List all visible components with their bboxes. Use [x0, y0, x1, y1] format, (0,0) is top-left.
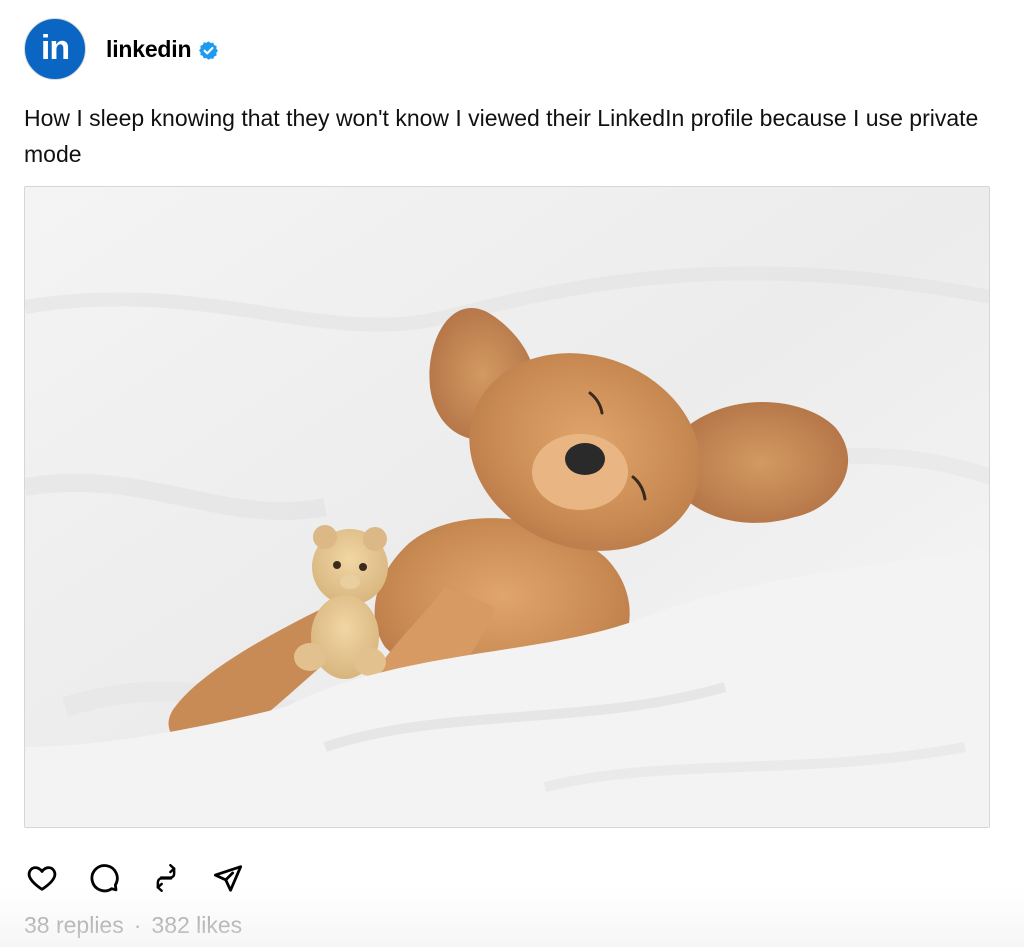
likes-count[interactable]: 382 likes: [151, 912, 242, 939]
replies-count[interactable]: 38 replies: [24, 912, 124, 939]
username[interactable]: linkedin: [106, 36, 192, 63]
post: in linkedin How I sleep knowing that the…: [0, 0, 1024, 947]
avatar[interactable]: in: [24, 18, 86, 80]
repost-button[interactable]: [148, 860, 184, 896]
send-icon: [213, 865, 243, 892]
comment-icon: [90, 864, 119, 893]
verified-badge-icon: [198, 40, 219, 61]
post-caption: How I sleep knowing that they won't know…: [24, 105, 979, 167]
post-image[interactable]: [24, 186, 990, 828]
post-stats: 38 replies · 382 likes: [24, 912, 242, 939]
action-bar: [24, 860, 272, 896]
share-button[interactable]: [210, 860, 246, 896]
stats-separator: ·: [133, 912, 142, 938]
repost-icon: [156, 864, 176, 892]
avatar-logo-text: in: [40, 29, 70, 67]
heart-icon: [27, 866, 57, 891]
post-header: in linkedin: [24, 18, 219, 80]
sleeping-puppy-photo: [25, 187, 989, 827]
like-button[interactable]: [24, 860, 60, 896]
reply-button[interactable]: [86, 860, 122, 896]
